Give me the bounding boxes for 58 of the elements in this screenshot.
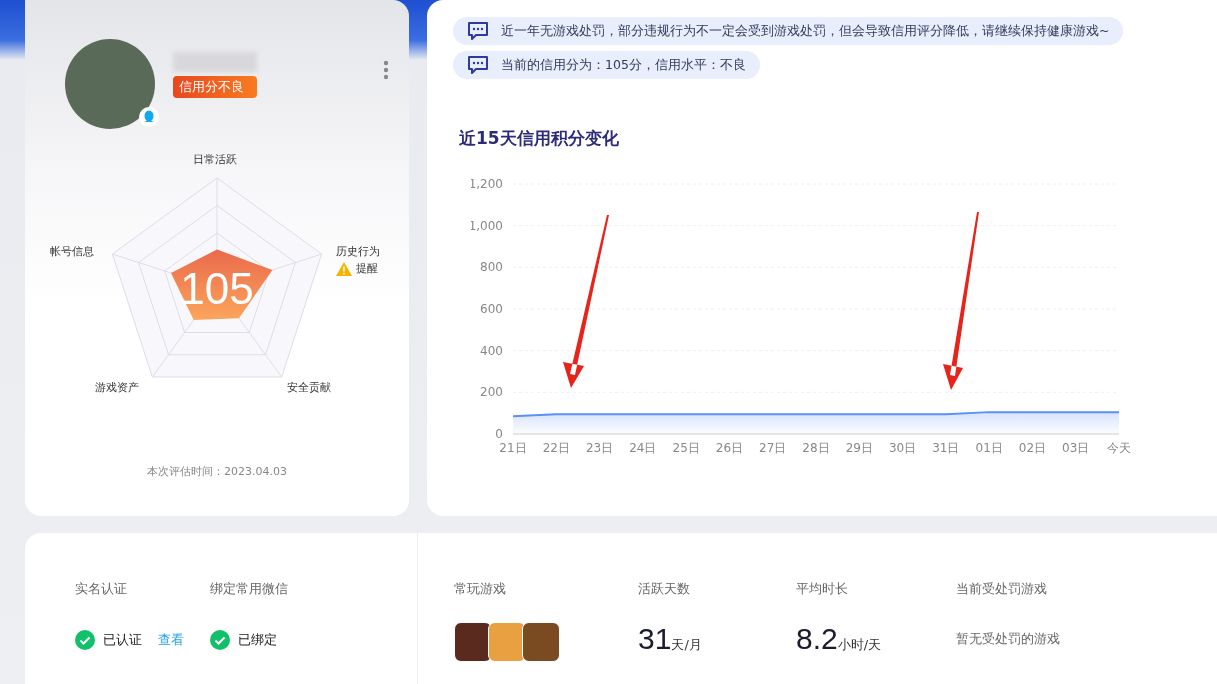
x-axis-label: 02日 bbox=[1018, 441, 1047, 455]
check-icon bbox=[75, 630, 95, 650]
x-axis-label: 22日 bbox=[542, 441, 570, 455]
credit-badge: 信用分不良 bbox=[173, 76, 257, 98]
x-axis-label: 03日 bbox=[1062, 441, 1090, 455]
chat-bubble-icon bbox=[467, 55, 489, 75]
qq-icon bbox=[139, 107, 159, 127]
axis-label: 安全贡献 bbox=[287, 380, 331, 395]
y-axis-label: 800 bbox=[480, 260, 503, 275]
game-icon-placeholder[interactable] bbox=[454, 622, 492, 662]
x-axis-label: 29日 bbox=[845, 441, 873, 455]
stat-text: 暂无受处罚的游戏 bbox=[956, 630, 1061, 648]
warning-label: 提醒 bbox=[356, 261, 378, 276]
x-axis-label: 01日 bbox=[975, 441, 1003, 455]
y-axis-label: 400 bbox=[480, 343, 503, 358]
game-icon-placeholder[interactable] bbox=[488, 622, 526, 662]
axis-label: 历史行为 bbox=[336, 244, 380, 259]
stat-value: 8.2 bbox=[796, 622, 838, 655]
status-text: 已认证 bbox=[103, 631, 142, 649]
status-text: 已绑定 bbox=[238, 631, 277, 649]
arrow-icon bbox=[943, 212, 979, 390]
axis-label: 日常活跃 bbox=[193, 152, 237, 167]
game-icon-placeholder[interactable] bbox=[522, 622, 560, 662]
stat-label: 活跃天数 bbox=[638, 580, 691, 598]
arrow-icon bbox=[563, 215, 609, 388]
stat-label: 常玩游戏 bbox=[454, 580, 507, 598]
x-axis-label: 24日 bbox=[629, 441, 657, 455]
stat-unit: 天/月 bbox=[671, 637, 702, 652]
x-axis-label: 27日 bbox=[759, 441, 787, 455]
chart-title: 近15天信用积分变化 bbox=[459, 127, 620, 150]
axis-label: 游戏资产 bbox=[95, 380, 139, 395]
evaluation-time: 本次评估时间：2023.04.03 bbox=[147, 464, 287, 479]
stat-label: 当前受处罚游戏 bbox=[956, 580, 1048, 598]
credit-score: 105 bbox=[179, 264, 255, 314]
y-axis-label: 600 bbox=[480, 302, 503, 316]
x-axis-label: 23日 bbox=[585, 441, 614, 455]
notice-text: 当前的信用分为：105分，信用水平：不良 bbox=[501, 56, 746, 74]
stat-unit: 小时/天 bbox=[837, 637, 882, 652]
more-icon[interactable] bbox=[383, 60, 389, 80]
account-label: 实名认证 bbox=[75, 580, 128, 598]
account-label: 绑定常用微信 bbox=[210, 580, 288, 598]
x-axis-label: 21日 bbox=[499, 441, 527, 455]
stat-label: 平均时长 bbox=[796, 580, 849, 598]
x-axis-label: 25日 bbox=[672, 441, 700, 455]
stat-value: 31 bbox=[638, 622, 672, 655]
x-axis-label: 28日 bbox=[802, 441, 830, 455]
notice-text: 近一年无游戏处罚，部分违规行为不一定会受到游戏处罚，但会导致信用评分降低，请继续保持健康游戏~ bbox=[501, 22, 1110, 40]
warning-icon bbox=[336, 261, 352, 276]
chat-bubble-icon bbox=[467, 21, 489, 41]
view-link[interactable]: 查看 bbox=[158, 631, 184, 649]
x-axis-label: 26日 bbox=[715, 441, 744, 455]
y-axis-label: 200 bbox=[480, 385, 503, 400]
check-icon bbox=[210, 630, 230, 650]
x-axis-label: 31日 bbox=[932, 441, 960, 455]
axis-label: 帐号信息 bbox=[50, 244, 94, 259]
y-axis-label: 0 bbox=[495, 427, 503, 441]
x-axis-label: 30日 bbox=[888, 441, 917, 455]
x-axis-label: 今天 bbox=[1107, 441, 1131, 455]
